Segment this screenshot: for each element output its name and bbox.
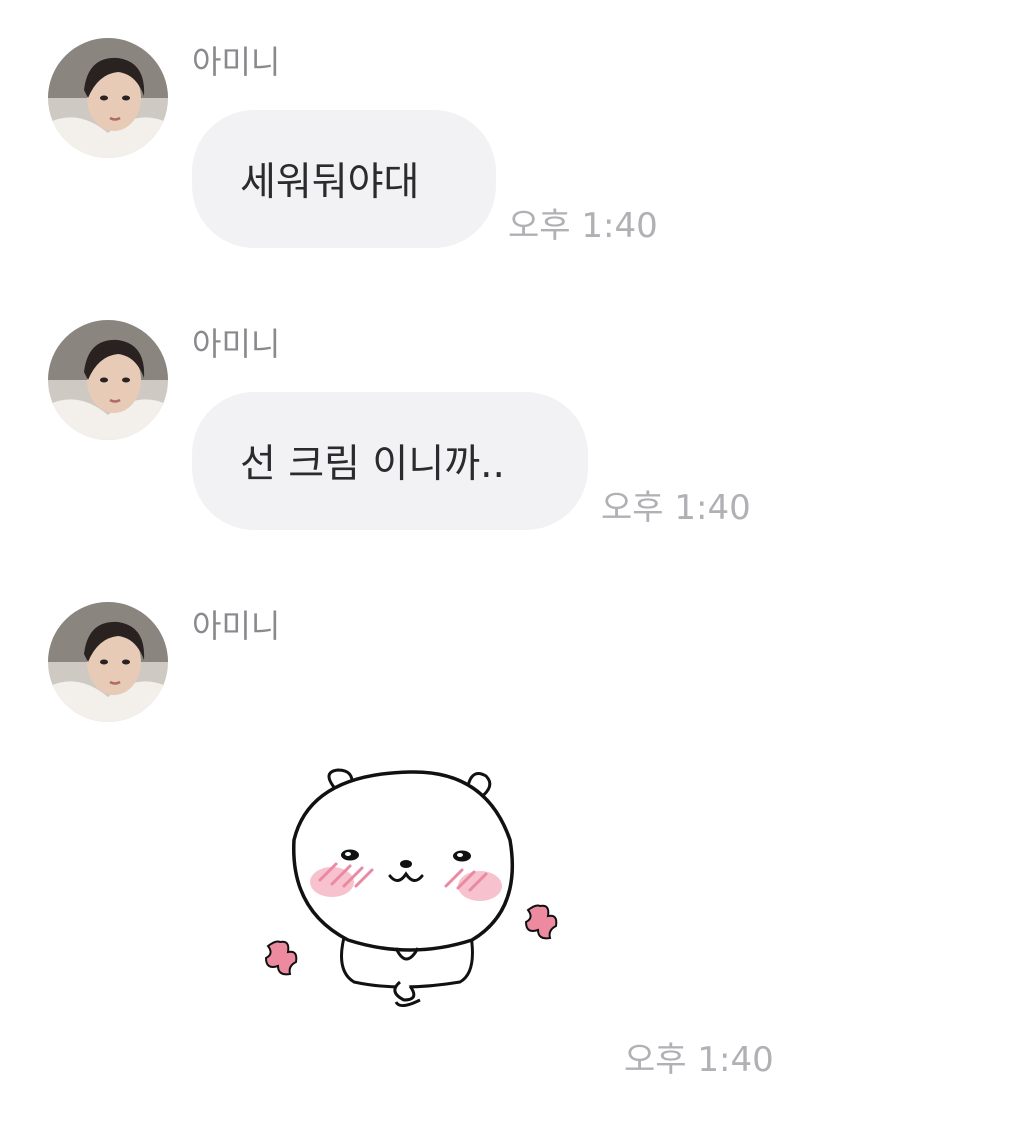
avatar[interactable] bbox=[48, 320, 168, 440]
message-text: 세워둬야대 bbox=[240, 160, 420, 205]
message-bubble[interactable]: 선 크림 이니까.. bbox=[192, 392, 588, 530]
message-time: 오후 1:40 bbox=[601, 488, 751, 528]
sender-name: 아미니 bbox=[192, 607, 281, 645]
avatar[interactable] bbox=[48, 38, 168, 158]
avatar[interactable] bbox=[48, 602, 168, 722]
message-time: 오후 1:40 bbox=[624, 1040, 774, 1080]
message-text: 선 크림 이니까.. bbox=[240, 442, 505, 487]
chat-screen: { "messages": [ { "sender": "아미니", "text… bbox=[0, 0, 1022, 1128]
sender-name: 아미니 bbox=[192, 325, 281, 363]
message-row: 아미니 선 크림 이니까.. 오후 1:40 bbox=[0, 282, 1022, 552]
blushing-bear-sticker[interactable] bbox=[250, 760, 570, 1030]
message-time: 오후 1:40 bbox=[508, 206, 658, 246]
message-bubble[interactable]: 세워둬야대 bbox=[192, 110, 496, 248]
message-row: 아미니 세워둬야대 오후 1:40 bbox=[0, 0, 1022, 270]
sender-name: 아미니 bbox=[192, 43, 281, 81]
